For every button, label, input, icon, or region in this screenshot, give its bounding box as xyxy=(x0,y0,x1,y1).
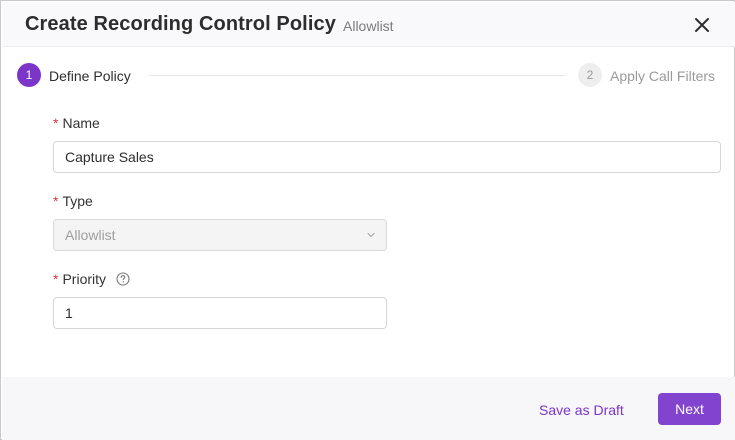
dialog-title: Create Recording Control Policy xyxy=(25,13,336,35)
type-select-value: Allowlist xyxy=(65,227,116,243)
priority-input[interactable]: 1 xyxy=(53,297,387,329)
required-marker: * xyxy=(53,271,59,287)
chevron-down-icon xyxy=(367,232,375,238)
dialog-header: Create Recording Control Policy Allowlis… xyxy=(2,2,735,47)
required-marker: * xyxy=(53,115,59,131)
close-button[interactable] xyxy=(692,15,712,35)
create-policy-dialog: Create Recording Control Policy Allowlis… xyxy=(0,0,735,440)
name-label: * Name xyxy=(53,115,100,131)
next-button[interactable]: Next xyxy=(658,393,721,425)
step-1-indicator: 1 xyxy=(17,63,41,87)
save-as-draft-button[interactable]: Save as Draft xyxy=(528,394,635,426)
type-select[interactable]: Allowlist xyxy=(53,219,387,251)
step-1-label: Define Policy xyxy=(49,68,131,84)
question-circle-icon[interactable] xyxy=(116,272,130,286)
stepper: 1 Define Policy 2 Apply Call Filters xyxy=(1,61,735,91)
step-connector xyxy=(149,75,565,76)
type-label: * Type xyxy=(53,193,93,209)
step-2-indicator: 2 xyxy=(578,63,602,87)
step-2-label: Apply Call Filters xyxy=(610,68,716,84)
dialog-subtitle: Allowlist xyxy=(343,18,394,34)
priority-label: * Priority xyxy=(53,271,130,287)
name-input[interactable]: Capture Sales xyxy=(53,141,721,173)
close-icon xyxy=(695,18,709,32)
dialog-footer: Save as Draft Next xyxy=(2,377,735,440)
required-marker: * xyxy=(53,193,59,209)
